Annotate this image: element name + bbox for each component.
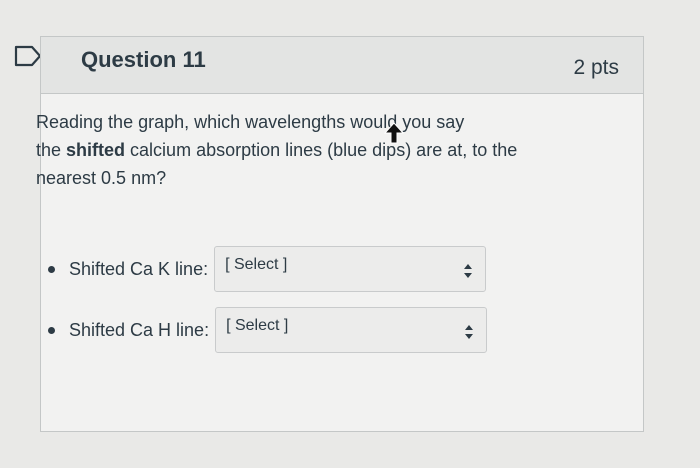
bookmark-flag-icon[interactable] xyxy=(14,45,42,67)
question-text-line-3: nearest 0.5 nm? xyxy=(36,168,167,188)
select-value: [ Select ] xyxy=(225,256,288,273)
question-text-line-2-post: calcium absorption lines (blue dips) are… xyxy=(125,140,518,160)
question-title: Question 11 xyxy=(81,47,206,72)
select-ca-k-dropdown[interactable]: [ Select ] xyxy=(214,246,487,292)
question-header: Question 11 2 pts xyxy=(41,37,643,94)
question-text: Reading the graph, which wavelengths wou… xyxy=(36,108,576,192)
mouse-pointer-icon xyxy=(384,122,404,144)
question-card: Question 11 2 pts xyxy=(40,36,644,432)
question-text-line-1: Reading the graph, which wavelengths wou… xyxy=(36,112,465,132)
answer-row-ca-h: Shifted Ca H line: [ Select ] xyxy=(48,306,488,354)
answer-label-ca-k: Shifted Ca K line: xyxy=(69,258,209,279)
up-down-chevron-icon xyxy=(465,325,474,339)
answer-label-ca-h: Shifted Ca H line: xyxy=(69,319,210,340)
select-value: [ Select ] xyxy=(226,317,289,334)
select-ca-h-dropdown[interactable]: [ Select ] xyxy=(215,307,488,353)
bullet xyxy=(48,326,55,334)
question-text-line-2-pre: the xyxy=(36,140,67,160)
question-text-line-2: the shifted calcium absorption lines (bl… xyxy=(36,136,576,164)
question-text-emphasis: shifted xyxy=(66,140,126,160)
bullet xyxy=(48,265,55,273)
answer-row-ca-k: Shifted Ca K line: [ Select ] xyxy=(48,245,487,293)
question-points: 2 pts xyxy=(573,56,619,79)
up-down-chevron-icon xyxy=(464,264,473,278)
